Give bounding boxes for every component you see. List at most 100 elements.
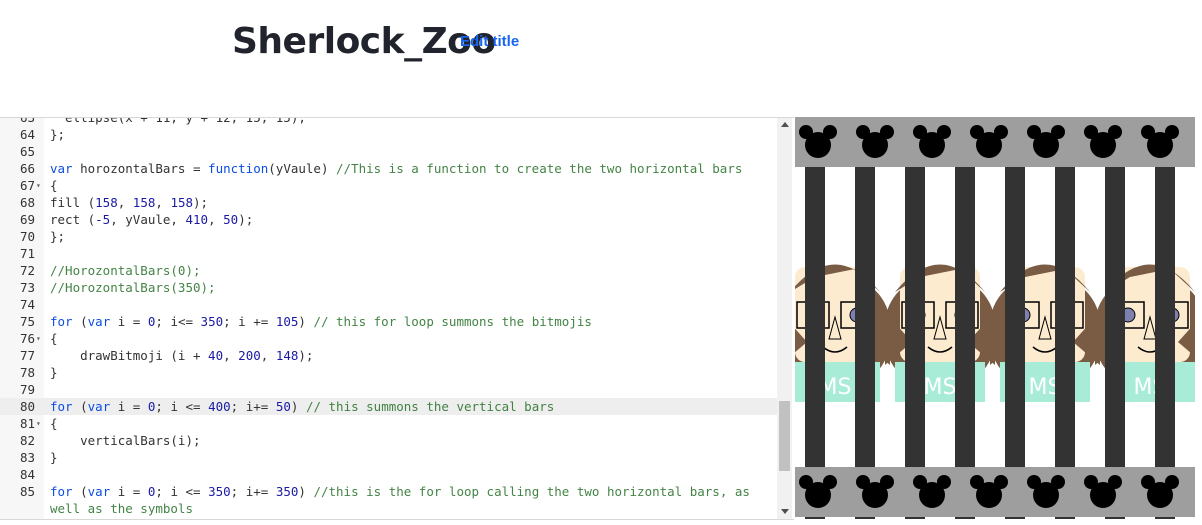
line-code: well as the symbols [50,500,193,517]
code-token: 350 [200,314,224,329]
code-token: }; [50,127,66,142]
code-line[interactable]: 76 ▾ { [0,330,780,347]
code-token: 158 [170,195,194,210]
code-token: 410 [185,212,209,227]
code-line[interactable]: 72 //HorozontalBars(0); [0,262,780,279]
code-token: 200 [238,348,261,363]
code-line[interactable]: 67 ▾ { [0,177,780,194]
code-token: i = [110,314,148,329]
mickey-ear-icon [1108,475,1122,489]
code-line[interactable]: 73 //HorozontalBars(350); [0,279,780,296]
line-number: 67 [19,178,35,193]
code-token: for [50,314,73,329]
code-token: //This is a function to create the two h… [336,161,743,176]
line-number: 68 [19,195,35,210]
code-token: 350 [208,484,231,499]
code-token: //HorozontalBars(0); [50,263,201,278]
page-title: Sherlock_Zoo [232,21,496,62]
code-token: rect ( [50,212,96,227]
code-line[interactable]: 68 fill (158, 158, 158); [0,194,780,211]
mickey-ear-icon [856,125,870,139]
code-token: ); [238,212,254,227]
mickey-ear-icon [1165,475,1179,489]
mickey-ear-icon [823,475,837,489]
code-line[interactable]: 75 for (var i = 0; i<= 350; i += 105) // … [0,313,780,330]
code-line[interactable]: 82 verticalBars(i); [0,432,780,449]
code-token: well as the symbols [50,501,193,516]
mickey-ear-icon [913,125,927,139]
code-token: drawBitmoji (i + [50,348,209,363]
scrollbar-thumb[interactable] [779,401,790,471]
line-code: }; [50,228,65,245]
code-line[interactable]: 79 [0,381,780,398]
output-canvas: MS MS MS MS [795,117,1195,519]
code-token: horozontalBars = [72,161,209,176]
code-token: ) [290,399,306,414]
mickey-ear-icon [880,475,894,489]
scroll-up-icon[interactable] [781,122,789,127]
code-token: 158 [132,195,156,210]
code-token: ); [298,348,314,363]
line-code: //HorozontalBars(0); [50,262,201,279]
code-token: //HorozontalBars(350); [50,280,216,295]
code-line[interactable]: 85 for (var i = 0; i <= 350; i+= 350) //t… [0,483,780,500]
fold-arrow-icon[interactable]: ▾ [36,177,41,194]
line-number: 75 [19,314,35,329]
code-token: function [208,161,269,176]
mickey-ear-icon [1051,475,1065,489]
line-number: 66 [19,161,35,176]
vertical-bar [805,117,825,519]
code-line[interactable]: well as the symbols [0,500,780,517]
code-line[interactable]: 78} [0,364,780,381]
code-line[interactable]: 74 [0,296,780,313]
line-number: 74 [19,297,35,312]
code-token: ( [72,399,88,414]
edit-title-link[interactable]: Edit title [460,33,519,50]
mickey-ear-icon [1084,125,1098,139]
fold-arrow-icon[interactable]: ▾ [36,415,41,432]
code-token: for [50,399,73,414]
code-token: , [260,348,276,363]
code-token: -5 [95,212,111,227]
line-number: 76 [19,331,35,346]
code-token: 50 [275,399,291,414]
code-line[interactable]: 71 [0,245,780,262]
mickey-ear-icon [880,125,894,139]
line-code: for (var i = 0; i<= 350; i += 105) // th… [50,313,592,330]
code-line[interactable]: 64}; [0,126,780,143]
line-number: 82 [19,433,35,448]
code-token: (yVaule) [268,161,336,176]
code-token: for [50,484,73,499]
code-lines[interactable]: 63 ellipse(x + 11, y + 12, 15, 15); 64}; 6… [0,118,780,517]
code-line[interactable]: 83} [0,449,780,466]
mickey-ear-icon [856,475,870,489]
line-number: 69 [19,212,35,227]
line-number: 84 [19,467,35,482]
code-line[interactable]: 63 ellipse(x + 11, y + 12, 15, 15); [0,118,780,126]
code-line[interactable]: 65 [0,143,780,160]
code-token: 350 [275,484,299,499]
code-token: ( [72,314,88,329]
code-line[interactable]: 81 ▾ { [0,415,780,432]
code-line[interactable]: 70}; [0,228,780,245]
code-line[interactable]: 66 var horozontalBars = function(yVaule) … [0,160,780,177]
code-line[interactable]: 84 [0,466,780,483]
code-editor[interactable]: 63 ellipse(x + 11, y + 12, 15, 15); 64}; 6… [0,117,794,520]
editor-scrollbar[interactable] [777,118,792,519]
line-code: fill (158, 158, 158); [50,194,208,211]
mickey-ear-icon [970,475,984,489]
mickey-ear-icon [823,125,837,139]
fold-arrow-icon[interactable]: ▾ [36,330,41,347]
scroll-down-icon[interactable] [781,509,789,514]
code-token: } [50,450,58,465]
mickey-ear-icon [913,475,927,489]
code-line[interactable]: 80 for (var i = 0; i <= 400; i+= 50) // t… [0,398,780,415]
vertical-bar [955,117,975,519]
line-number: 80 [19,399,35,414]
code-token: { [50,178,58,193]
mickey-ear-icon [970,125,984,139]
code-line[interactable]: 77 drawBitmoji (i + 40, 200, 148); [0,347,780,364]
line-code: { [50,177,58,194]
code-line[interactable]: 69 rect (-5, yVaule, 410, 50); [0,211,780,228]
vertical-bar [855,117,875,519]
